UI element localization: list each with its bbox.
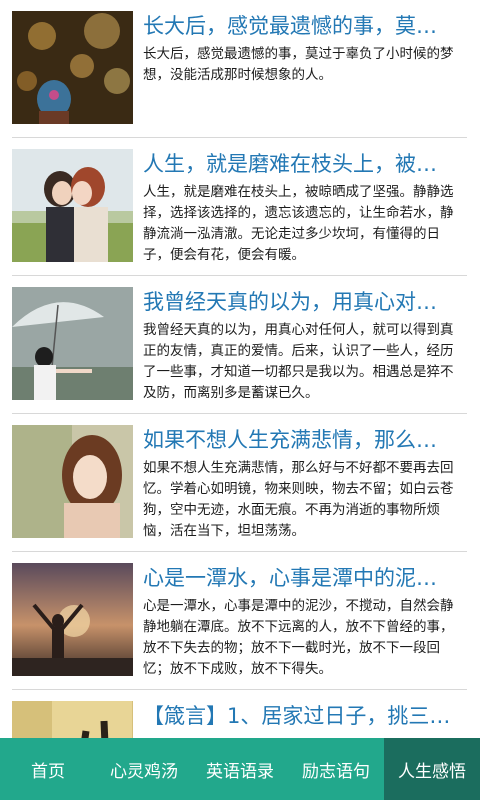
article-list[interactable]: 长大后，感觉最遗憾的事，莫过于辜负了小时候的梦想 长大后，感觉最遗憾的事，莫过于… [0,0,480,738]
article-item[interactable]: 人生，就是磨难在枝头上，被晾晒成了坚强 人生，就是磨难在枝头上，被晾晒成了坚强。… [12,138,467,276]
article-summary: 长大后，感觉最遗憾的事，莫过于辜负了小时候的梦想，没能活成那时候想象的人。 [143,46,454,83]
article-thumbnail[interactable] [12,149,133,262]
tab-chicken-soup[interactable]: 心灵鸡汤 [96,738,192,800]
article-item[interactable]: 我曾经天真的以为，用真心对待任何人 我曾经天真的以为，用真心对任何人，就可以得到… [12,276,467,414]
article-title[interactable]: 长大后，感觉最遗憾的事，莫过于辜负了小时候的梦想 [143,11,457,45]
article-item[interactable]: 长大后，感觉最遗憾的事，莫过于辜负了小时候的梦想 长大后，感觉最遗憾的事，莫过于… [12,0,467,138]
couple-kissing-image [12,149,133,262]
tab-life-insights[interactable]: 人生感悟 [384,738,480,800]
snow-globe-bokeh-image [12,11,133,124]
article-item[interactable]: 【箴言】1、居家过日子，挑三拣四 [12,690,467,738]
tab-home[interactable]: 首页 [0,738,96,800]
article-title[interactable]: 【箴言】1、居家过日子，挑三拣四 [143,701,457,735]
article-thumbnail[interactable] [12,563,133,676]
article-title[interactable]: 我曾经天真的以为，用真心对待任何人 [143,287,457,321]
tab-english-quotes[interactable]: 英语语录 [192,738,288,800]
article-thumbnail[interactable] [12,11,133,124]
article-summary: 我曾经天真的以为，用真心对任何人，就可以得到真正的友情，真正的爱情。后来，认识了… [143,322,454,401]
girl-portrait-image [12,425,133,538]
article-summary: 人生，就是磨难在枝头上，被晾晒成了坚强。静静选择，选择该选择的，遗忘该遗忘的，让… [143,184,454,263]
article-summary: 心是一潭水，心事是潭中的泥沙，不搅动，自然会静静地躺在潭底。放不下远离的人，放不… [143,598,454,677]
article-thumbnail[interactable] [12,425,133,538]
article-item[interactable]: 如果不想人生充满悲情，那么好与不好都不要再去回忆 如果不想人生充满悲情，那么好与… [12,414,467,552]
article-thumbnail[interactable] [12,701,133,738]
girl-umbrella-image [12,287,133,400]
tab-inspirational-quotes[interactable]: 励志语句 [288,738,384,800]
article-title[interactable]: 心是一潭水，心事是潭中的泥沙，不搅动 [143,563,457,597]
raised-arms-image [12,701,133,738]
article-title[interactable]: 人生，就是磨难在枝头上，被晾晒成了坚强 [143,149,457,183]
article-item[interactable]: 心是一潭水，心事是潭中的泥沙，不搅动 心是一潭水，心事是潭中的泥沙，不搅动，自然… [12,552,467,690]
bottom-navigation-bar: 首页 心灵鸡汤 英语语录 励志语句 人生感悟 [0,738,480,800]
sunset-silhouette-image [12,563,133,676]
article-thumbnail[interactable] [12,287,133,400]
article-title[interactable]: 如果不想人生充满悲情，那么好与不好都不要再去回忆 [143,425,457,459]
article-summary: 如果不想人生充满悲情，那么好与不好都不要再去回忆。学着心如明镜，物来则映，物去不… [143,460,454,539]
